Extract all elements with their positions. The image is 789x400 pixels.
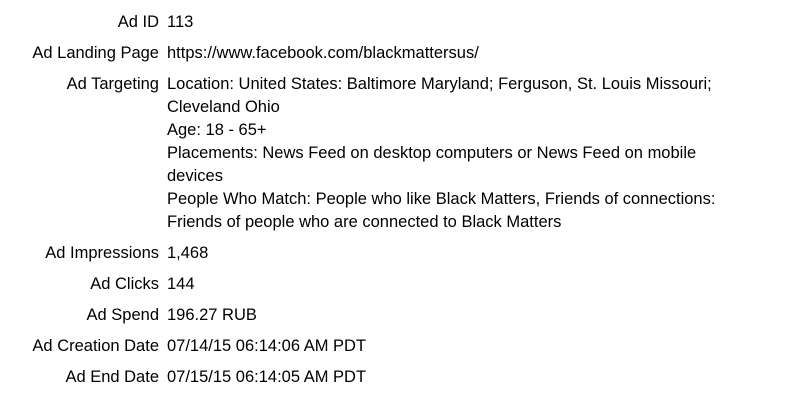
ad-impressions-value: 1,468 xyxy=(167,244,209,262)
ad-targeting-label: Ad Targeting xyxy=(66,75,159,93)
targeting-line: Placements: News Feed on desktop compute… xyxy=(167,144,697,162)
targeting-line: Age: 18 - 65+ xyxy=(167,121,267,139)
ad-details-document: Ad ID 113 Ad Landing Page https://www.fa… xyxy=(0,11,789,389)
ad-targeting-value: Location: United States: Baltimore Maryl… xyxy=(167,73,789,234)
ad-clicks-label: Ad Clicks xyxy=(90,275,159,293)
ad-creation-date-value: 07/14/15 06:14:06 AM PDT xyxy=(167,337,367,355)
ad-spend-row: Ad Spend 196.27 RUB xyxy=(0,304,789,327)
ad-end-date-row: Ad End Date 07/15/15 06:14:05 AM PDT xyxy=(0,366,789,389)
ad-impressions-row: Ad Impressions 1,468 xyxy=(0,242,789,265)
ad-end-date-value: 07/15/15 06:14:05 AM PDT xyxy=(167,368,367,386)
ad-clicks-row: Ad Clicks 144 xyxy=(0,273,789,296)
ad-impressions-label: Ad Impressions xyxy=(45,244,159,262)
ad-clicks-value: 144 xyxy=(167,275,195,293)
ad-targeting-row: Ad Targeting Location: United States: Ba… xyxy=(0,73,789,234)
ad-creation-date-label: Ad Creation Date xyxy=(32,337,159,355)
targeting-line: Friends of people who are connected to B… xyxy=(167,213,562,231)
ad-id-label: Ad ID xyxy=(117,13,159,31)
targeting-line: Location: United States: Baltimore Maryl… xyxy=(167,75,712,93)
ad-spend-label: Ad Spend xyxy=(86,306,159,324)
ad-end-date-label: Ad End Date xyxy=(65,368,159,386)
ad-landing-page-value: https://www.facebook.com/blackmattersus/ xyxy=(167,44,479,62)
ad-id-value: 113 xyxy=(167,13,194,31)
ad-creation-date-row: Ad Creation Date 07/14/15 06:14:06 AM PD… xyxy=(0,335,789,358)
targeting-line: devices xyxy=(167,167,223,185)
ad-landing-page-label: Ad Landing Page xyxy=(32,44,159,62)
ad-id-row: Ad ID 113 xyxy=(0,11,789,34)
ad-landing-page-row: Ad Landing Page https://www.facebook.com… xyxy=(0,42,789,65)
targeting-line: People Who Match: People who like Black … xyxy=(167,190,716,208)
ad-spend-value: 196.27 RUB xyxy=(167,306,257,324)
targeting-line: Cleveland Ohio xyxy=(167,98,280,116)
